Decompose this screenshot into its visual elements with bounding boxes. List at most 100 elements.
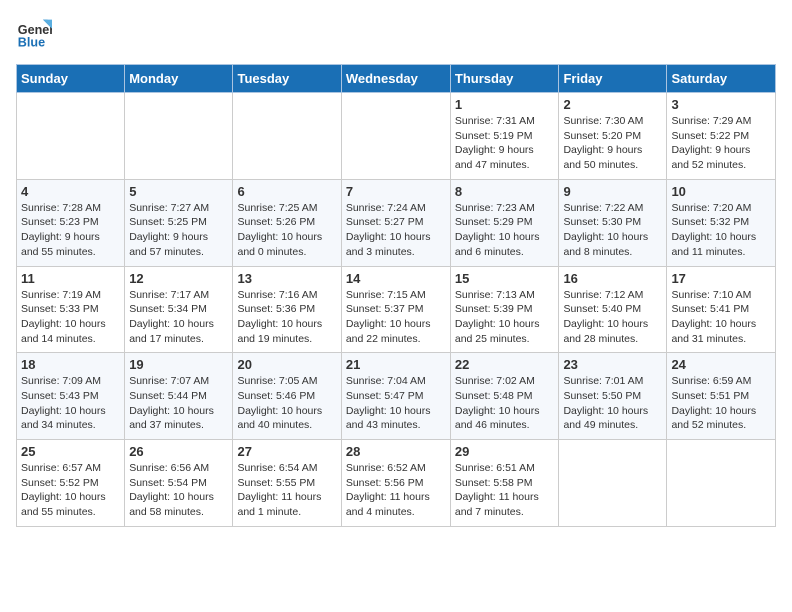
day-number: 8 — [455, 184, 555, 199]
day-info: Sunrise: 6:59 AM Sunset: 5:51 PM Dayligh… — [671, 374, 771, 433]
calendar-cell: 9 Sunrise: 7:22 AM Sunset: 5:30 PM Daylig… — [559, 179, 667, 266]
day-number: 25 — [21, 444, 120, 459]
calendar-cell: 17 Sunrise: 7:10 AM Sunset: 5:41 PM Dayli… — [667, 266, 776, 353]
day-info: Sunrise: 7:13 AM Sunset: 5:39 PM Dayligh… — [455, 288, 555, 347]
calendar-cell: 7Sunrise: 7:24 AM Sunset: 5:27 PM Daylig… — [341, 179, 450, 266]
calendar-cell: 3 Sunrise: 7:29 AM Sunset: 5:22 PM Daylig… — [667, 93, 776, 180]
day-info: Sunrise: 7:20 AM Sunset: 5:32 PM Dayligh… — [671, 201, 771, 260]
calendar-cell — [125, 93, 233, 180]
day-number: 21 — [346, 357, 446, 372]
day-number: 18 — [21, 357, 120, 372]
day-header-tuesday: Tuesday — [233, 65, 341, 93]
day-number: 29 — [455, 444, 555, 459]
day-number: 2 — [563, 97, 662, 112]
calendar-cell: 5 Sunrise: 7:27 AM Sunset: 5:25 PM Daylig… — [125, 179, 233, 266]
day-info: Sunrise: 6:57 AM Sunset: 5:52 PM Dayligh… — [21, 461, 120, 520]
calendar-cell: 14 Sunrise: 7:15 AM Sunset: 5:37 PM Dayli… — [341, 266, 450, 353]
day-info: Sunrise: 7:05 AM Sunset: 5:46 PM Dayligh… — [237, 374, 336, 433]
calendar-header-row: SundayMondayTuesdayWednesdayThursdayFrid… — [17, 65, 776, 93]
day-info: Sunrise: 6:52 AM Sunset: 5:56 PM Dayligh… — [346, 461, 446, 520]
day-header-saturday: Saturday — [667, 65, 776, 93]
week-row-5: 25 Sunrise: 6:57 AM Sunset: 5:52 PM Dayli… — [17, 440, 776, 527]
week-row-1: 1Sunrise: 7:31 AM Sunset: 5:19 PM Daylig… — [17, 93, 776, 180]
day-number: 3 — [671, 97, 771, 112]
day-info: Sunrise: 7:10 AM Sunset: 5:41 PM Dayligh… — [671, 288, 771, 347]
day-info: Sunrise: 7:22 AM Sunset: 5:30 PM Dayligh… — [563, 201, 662, 260]
day-number: 5 — [129, 184, 228, 199]
day-number: 19 — [129, 357, 228, 372]
calendar-cell — [17, 93, 125, 180]
day-number: 23 — [563, 357, 662, 372]
calendar-cell: 27 Sunrise: 6:54 AM Sunset: 5:55 PM Dayli… — [233, 440, 341, 527]
day-info: Sunrise: 7:25 AM Sunset: 5:26 PM Dayligh… — [237, 201, 336, 260]
calendar-cell: 20 Sunrise: 7:05 AM Sunset: 5:46 PM Dayli… — [233, 353, 341, 440]
day-info: Sunrise: 7:01 AM Sunset: 5:50 PM Dayligh… — [563, 374, 662, 433]
day-info: Sunrise: 7:02 AM Sunset: 5:48 PM Dayligh… — [455, 374, 555, 433]
calendar-cell: 24 Sunrise: 6:59 AM Sunset: 5:51 PM Dayli… — [667, 353, 776, 440]
calendar-table: SundayMondayTuesdayWednesdayThursdayFrid… — [16, 64, 776, 527]
day-number: 1 — [455, 97, 555, 112]
day-number: 17 — [671, 271, 771, 286]
day-header-monday: Monday — [125, 65, 233, 93]
calendar-cell: 11 Sunrise: 7:19 AM Sunset: 5:33 PM Dayli… — [17, 266, 125, 353]
day-number: 22 — [455, 357, 555, 372]
day-number: 9 — [563, 184, 662, 199]
day-info: Sunrise: 7:04 AM Sunset: 5:47 PM Dayligh… — [346, 374, 446, 433]
day-number: 14 — [346, 271, 446, 286]
day-number: 4 — [21, 184, 120, 199]
day-number: 27 — [237, 444, 336, 459]
day-info: Sunrise: 7:17 AM Sunset: 5:34 PM Dayligh… — [129, 288, 228, 347]
day-info: Sunrise: 7:15 AM Sunset: 5:37 PM Dayligh… — [346, 288, 446, 347]
day-info: Sunrise: 6:54 AM Sunset: 5:55 PM Dayligh… — [237, 461, 336, 520]
day-info: Sunrise: 7:23 AM Sunset: 5:29 PM Dayligh… — [455, 201, 555, 260]
day-header-sunday: Sunday — [17, 65, 125, 93]
calendar-cell: 15 Sunrise: 7:13 AM Sunset: 5:39 PM Dayli… — [450, 266, 559, 353]
calendar-cell: 23 Sunrise: 7:01 AM Sunset: 5:50 PM Dayli… — [559, 353, 667, 440]
day-number: 28 — [346, 444, 446, 459]
calendar-cell: 26 Sunrise: 6:56 AM Sunset: 5:54 PM Dayli… — [125, 440, 233, 527]
svg-text:Blue: Blue — [18, 36, 45, 50]
day-info: Sunrise: 7:16 AM Sunset: 5:36 PM Dayligh… — [237, 288, 336, 347]
day-info: Sunrise: 6:56 AM Sunset: 5:54 PM Dayligh… — [129, 461, 228, 520]
day-info: Sunrise: 6:51 AM Sunset: 5:58 PM Dayligh… — [455, 461, 555, 520]
day-number: 20 — [237, 357, 336, 372]
day-info: Sunrise: 7:09 AM Sunset: 5:43 PM Dayligh… — [21, 374, 120, 433]
day-number: 26 — [129, 444, 228, 459]
calendar-cell: 6 Sunrise: 7:25 AM Sunset: 5:26 PM Daylig… — [233, 179, 341, 266]
calendar-cell — [667, 440, 776, 527]
calendar-cell: 19Sunrise: 7:07 AM Sunset: 5:44 PM Dayli… — [125, 353, 233, 440]
day-info: Sunrise: 7:27 AM Sunset: 5:25 PM Dayligh… — [129, 201, 228, 260]
calendar-cell: 8 Sunrise: 7:23 AM Sunset: 5:29 PM Daylig… — [450, 179, 559, 266]
calendar-cell: 29 Sunrise: 6:51 AM Sunset: 5:58 PM Dayli… — [450, 440, 559, 527]
day-header-wednesday: Wednesday — [341, 65, 450, 93]
week-row-4: 18 Sunrise: 7:09 AM Sunset: 5:43 PM Dayli… — [17, 353, 776, 440]
day-info: Sunrise: 7:29 AM Sunset: 5:22 PM Dayligh… — [671, 114, 771, 173]
calendar-cell: 22 Sunrise: 7:02 AM Sunset: 5:48 PM Dayli… — [450, 353, 559, 440]
day-header-friday: Friday — [559, 65, 667, 93]
week-row-2: 4 Sunrise: 7:28 AM Sunset: 5:23 PM Daylig… — [17, 179, 776, 266]
day-number: 16 — [563, 271, 662, 286]
day-number: 12 — [129, 271, 228, 286]
calendar-cell: 25 Sunrise: 6:57 AM Sunset: 5:52 PM Dayli… — [17, 440, 125, 527]
day-number: 24 — [671, 357, 771, 372]
day-header-thursday: Thursday — [450, 65, 559, 93]
calendar-cell — [341, 93, 450, 180]
day-info: Sunrise: 7:19 AM Sunset: 5:33 PM Dayligh… — [21, 288, 120, 347]
day-number: 11 — [21, 271, 120, 286]
day-number: 13 — [237, 271, 336, 286]
day-number: 6 — [237, 184, 336, 199]
day-number: 15 — [455, 271, 555, 286]
calendar-cell: 12 Sunrise: 7:17 AM Sunset: 5:34 PM Dayli… — [125, 266, 233, 353]
calendar-cell: 28 Sunrise: 6:52 AM Sunset: 5:56 PM Dayli… — [341, 440, 450, 527]
calendar-cell: 16Sunrise: 7:12 AM Sunset: 5:40 PM Dayli… — [559, 266, 667, 353]
calendar-cell: 18 Sunrise: 7:09 AM Sunset: 5:43 PM Dayli… — [17, 353, 125, 440]
day-info: Sunrise: 7:30 AM Sunset: 5:20 PM Dayligh… — [563, 114, 662, 173]
logo: General Blue — [16, 16, 52, 52]
day-number: 7 — [346, 184, 446, 199]
calendar-cell: 13 Sunrise: 7:16 AM Sunset: 5:36 PM Dayli… — [233, 266, 341, 353]
logo-icon: General Blue — [16, 16, 52, 52]
day-info: Sunrise: 7:28 AM Sunset: 5:23 PM Dayligh… — [21, 201, 120, 260]
page-header: General Blue — [16, 16, 776, 52]
day-number: 10 — [671, 184, 771, 199]
calendar-cell — [559, 440, 667, 527]
